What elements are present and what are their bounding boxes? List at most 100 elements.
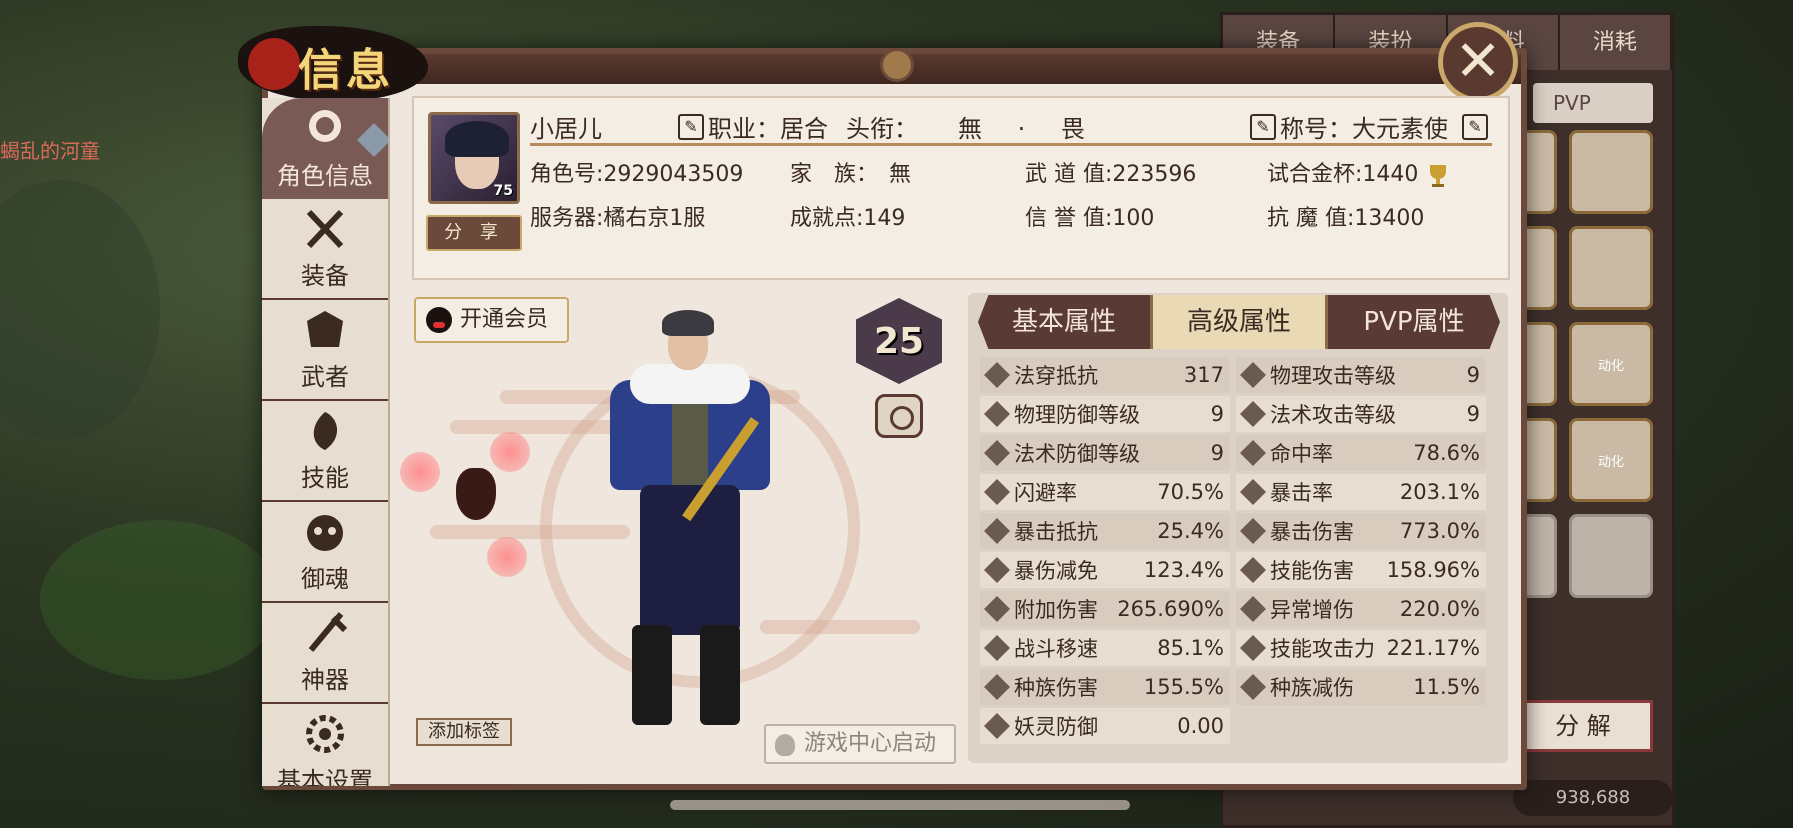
- inventory-item[interactable]: [1569, 226, 1653, 310]
- sidebar-item-label: 神器: [301, 666, 349, 694]
- soul-icon: [300, 509, 350, 555]
- add-tag-button[interactable]: 添加标签: [416, 718, 512, 746]
- level-value: 25: [873, 320, 925, 362]
- attribute-value: 220.0%: [1399, 597, 1480, 621]
- attribute-icon: [984, 362, 1010, 388]
- item-label: 动化: [1597, 454, 1624, 470]
- open-vip-button[interactable]: 开通会员: [414, 297, 569, 343]
- vip-label: 开通会员: [460, 307, 549, 332]
- attribute-row: 技能攻击力 221.17%: [1236, 630, 1486, 666]
- job-field: ✎ 职业： 居合: [678, 109, 828, 144]
- attribute-name: 暴伤减免: [1014, 559, 1098, 583]
- attribute-icon: [1240, 557, 1266, 583]
- sidebar-item-warrior[interactable]: 武者: [262, 300, 388, 401]
- attribute-value: 11.5%: [1413, 675, 1480, 699]
- character-model[interactable]: [590, 310, 810, 740]
- inventory-slot-empty[interactable]: [1569, 514, 1653, 598]
- close-button[interactable]: ✕: [1438, 22, 1518, 102]
- attribute-icon: [1240, 479, 1266, 505]
- attribute-row: 种族伤害 155.5%: [980, 669, 1230, 705]
- attribute-row: 法术攻击等级 9: [1236, 396, 1486, 432]
- attribute-value: 158.96%: [1386, 558, 1480, 582]
- attribute-row: 暴击伤害 773.0%: [1236, 513, 1486, 549]
- attribute-row: 暴击抵抗 25.4%: [980, 513, 1230, 549]
- hero-hair: [662, 310, 714, 336]
- home-indicator: [670, 800, 1130, 810]
- attribute-value: 221.17%: [1386, 636, 1480, 660]
- sidebar-item-artifact[interactable]: 神器: [262, 603, 388, 704]
- attribute-row: 法术防御等级 9: [980, 435, 1230, 471]
- attribute-icon: [984, 440, 1010, 466]
- qq-penguin-icon: [426, 307, 452, 333]
- anti-demon-value: 抗 魔 值:13400: [1267, 206, 1425, 231]
- tab-pvp-attributes[interactable]: PVP属性: [1328, 295, 1500, 349]
- sidebar-item-label: 装备: [301, 262, 349, 290]
- sidebar-item-equipment[interactable]: 装备: [262, 199, 388, 300]
- edit-icon[interactable]: ✎: [1250, 113, 1276, 140]
- role-id: 角色号:2929043509: [530, 162, 744, 187]
- attribute-row: 异常增伤 220.0%: [1236, 591, 1486, 627]
- edit-icon[interactable]: ✎: [678, 113, 704, 140]
- sidebar-item-label: 基本设置: [277, 767, 373, 786]
- inventory-item[interactable]: 动化: [1569, 322, 1653, 406]
- currency-display: 938,688: [1513, 780, 1673, 816]
- cup-text: 试合金杯:1440: [1267, 162, 1419, 187]
- avatar[interactable]: 75: [428, 112, 520, 204]
- attribute-value: 78.6%: [1413, 441, 1480, 465]
- attribute-name: 法术防御等级: [1014, 442, 1140, 466]
- attribute-name: 闪避率: [1014, 481, 1077, 505]
- close-icon: ✕: [1454, 29, 1502, 94]
- attribute-icon: [984, 635, 1010, 661]
- attribute-value: 123.4%: [1143, 558, 1224, 582]
- attribute-name: 法术攻击等级: [1270, 403, 1396, 427]
- profile-stats: 角色号:2929043509 家 族： 無 武 道 值:223596 试合金杯:…: [530, 158, 1492, 236]
- attribute-name: 技能伤害: [1270, 559, 1354, 583]
- decompose-button[interactable]: 分 解: [1513, 700, 1653, 752]
- game-center-button[interactable]: 游戏中心启动: [764, 724, 956, 764]
- penguin-icon: [775, 734, 795, 756]
- inventory-item[interactable]: 动化: [1569, 418, 1653, 502]
- tab-advanced-attributes[interactable]: 高级属性: [1150, 295, 1328, 349]
- sidebar-item-settings[interactable]: 基本设置: [262, 704, 388, 786]
- warrior-icon: [300, 307, 350, 353]
- sidebar-item-label: 角色信息: [277, 162, 373, 190]
- game-center-label: 游戏中心启动: [804, 731, 937, 756]
- item-label: 动化: [1597, 358, 1624, 374]
- edit-icon[interactable]: ✎: [1462, 113, 1488, 140]
- inventory-item[interactable]: [1569, 130, 1653, 214]
- ornament-icon: [880, 48, 914, 82]
- camera-icon[interactable]: [875, 394, 923, 438]
- settings-icon: [300, 711, 350, 757]
- attribute-value: 0.00: [1177, 714, 1224, 738]
- attribute-icon: [1240, 440, 1266, 466]
- attribute-tabs: 基本属性 高级属性 PVP属性: [978, 295, 1500, 349]
- tab-consumable[interactable]: 消耗: [1559, 15, 1672, 70]
- attribute-icon: [984, 596, 1010, 622]
- cup-value: 试合金杯:1440: [1267, 158, 1487, 192]
- attribute-icon: [984, 518, 1010, 544]
- attribute-name: 物理防御等级: [1014, 403, 1140, 427]
- page-title: 信息: [298, 45, 394, 96]
- attribute-name: 技能攻击力: [1270, 637, 1375, 661]
- wudao-value: 武 道 值:223596: [1025, 162, 1197, 187]
- pvp-filter[interactable]: PVP: [1533, 83, 1653, 123]
- attribute-panel: 基本属性 高级属性 PVP属性 法穿抵抗 317 物理攻击等级 9 物理防御等级 9 法术攻…: [968, 293, 1508, 763]
- share-button[interactable]: 分 享: [426, 215, 522, 251]
- attribute-name: 种族伤害: [1014, 676, 1098, 700]
- attribute-name: 妖灵防御: [1014, 715, 1098, 739]
- attribute-row: 物理攻击等级 9: [1236, 357, 1486, 393]
- red-sun-icon: [248, 38, 300, 90]
- attribute-value: 85.1%: [1157, 636, 1224, 660]
- attribute-row: 战斗移速 85.1%: [980, 630, 1230, 666]
- attribute-icon: [1240, 362, 1266, 388]
- attribute-icon: [984, 674, 1010, 700]
- sidebar-item-soul[interactable]: 御魂: [262, 502, 388, 603]
- tab-basic-attributes[interactable]: 基本属性: [978, 295, 1150, 349]
- attribute-name: 物理攻击等级: [1270, 364, 1396, 388]
- attribute-value: 9: [1210, 402, 1224, 426]
- window-title: 信息: [218, 16, 438, 106]
- attribute-icon: [984, 557, 1010, 583]
- title-label: 头衔：: [846, 115, 918, 143]
- honor-label: 称号：: [1280, 115, 1352, 143]
- sidebar-item-skill[interactable]: 技能: [262, 401, 388, 502]
